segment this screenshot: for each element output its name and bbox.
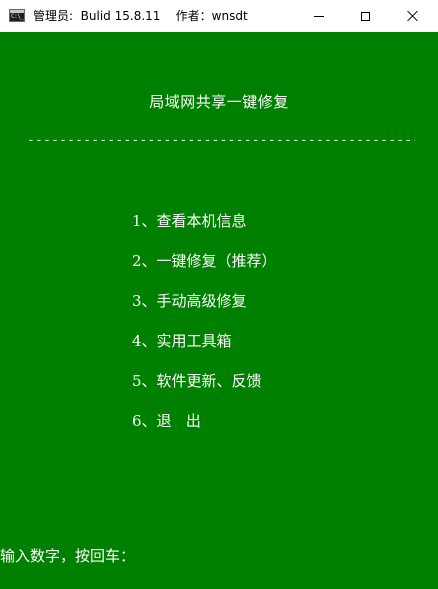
menu-item-toolbox: 4、实用工具箱 [132,330,277,370]
close-icon [407,10,419,22]
menu-item-label: 软件更新、反馈 [156,372,262,390]
console-area[interactable]: 局域网共享一键修复 ------------------------------… [0,32,438,589]
menu-item-label: 退 出 [156,412,201,430]
console-app-icon-glyph: C:\_ [11,13,24,20]
console-heading: 局域网共享一键修复 [149,93,289,111]
menu-item-update-feedback: 5、软件更新、反馈 [132,370,277,410]
menu-item-number: 4、 [132,332,157,350]
menu-item-one-click-repair: 2、一键修复（推荐） [132,250,277,290]
minimize-button[interactable] [296,0,342,32]
window-title: 管理员: Bulid 15.8.11 作者：wnsdt [33,9,248,23]
maximize-button[interactable] [342,0,388,32]
menu-item-view-info: 1、查看本机信息 [132,210,277,250]
menu-item-label: 查看本机信息 [156,212,247,230]
menu-item-number: 5、 [132,372,157,390]
menu-item-label: 实用工具箱 [156,332,232,350]
menu-item-label: 一键修复（推荐） [156,252,277,270]
title-bar[interactable]: C:\_ 管理员: Bulid 15.8.11 作者：wnsdt [0,0,438,32]
minimize-icon [314,15,324,17]
console-window: C:\_ 管理员: Bulid 15.8.11 作者：wnsdt 局域网共享一键… [0,0,438,589]
menu-item-label: 手动高级修复 [156,292,247,310]
menu-list: 1、查看本机信息 2、一键修复（推荐） 3、手动高级修复 4、实用工具箱 5、软… [132,210,277,450]
menu-item-manual-repair: 3、手动高级修复 [132,290,277,330]
menu-item-exit: 6、退 出 [132,410,277,450]
menu-item-number: 2、 [132,252,157,270]
menu-item-number: 1、 [132,212,157,230]
menu-item-number: 3、 [132,292,157,310]
close-button[interactable] [388,0,438,32]
maximize-icon [360,11,370,21]
separator-line: ----------------------------------------… [27,133,415,148]
console-app-icon[interactable]: C:\_ [9,9,25,22]
input-prompt[interactable]: 输入数字，按回车： [0,545,135,567]
menu-item-number: 6、 [132,412,157,430]
